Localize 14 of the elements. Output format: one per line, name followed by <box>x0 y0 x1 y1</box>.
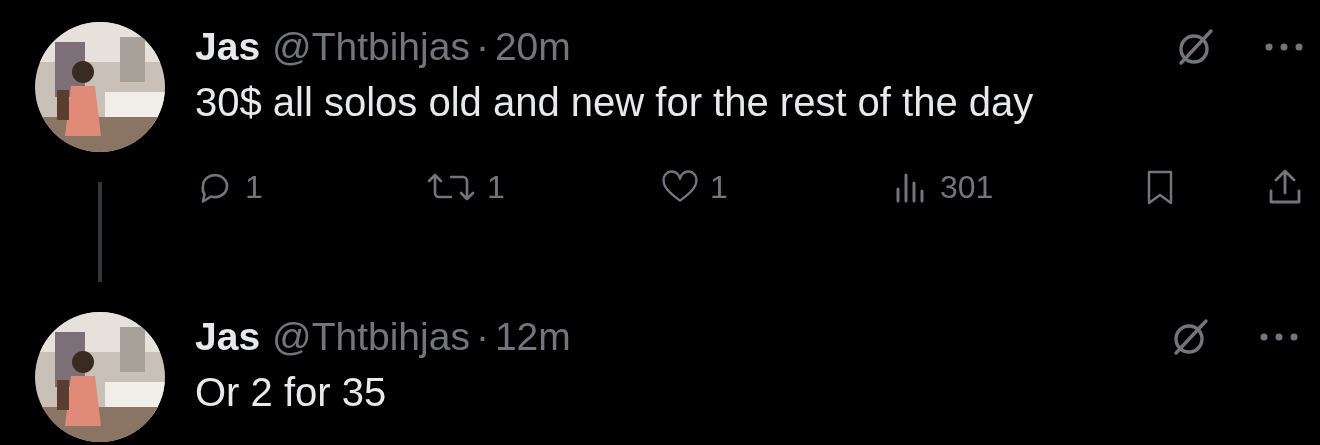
separator: · <box>475 315 489 359</box>
count: 1 <box>245 168 263 206</box>
timestamp[interactable]: 20m <box>494 25 571 69</box>
count: 301 <box>940 168 994 206</box>
tweet-text: 30$ all solos old and new for the rest of the day <box>195 80 1035 125</box>
separator: · <box>475 25 489 69</box>
user-name[interactable]: Jas <box>195 25 261 69</box>
tweet-text: Or 2 for 35 <box>195 370 388 415</box>
user-name[interactable]: Jas <box>195 315 261 359</box>
user-handle[interactable]: @Thtbihjas <box>272 25 470 69</box>
user-handle[interactable]: @Thtbihjas <box>272 315 470 359</box>
count: 1 <box>487 168 505 206</box>
timestamp[interactable]: 12m <box>494 315 571 359</box>
count: 1 <box>710 168 728 206</box>
